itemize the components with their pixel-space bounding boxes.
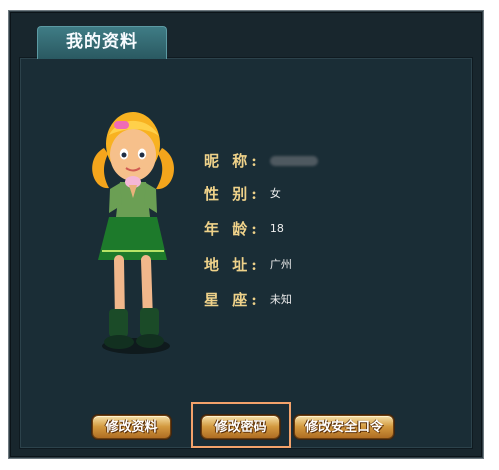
edit-profile-button[interactable]: 修改资料 — [92, 415, 171, 439]
change-password-button[interactable]: 修改密码 — [201, 415, 280, 439]
girl-character-avatar-icon — [92, 112, 175, 354]
change-security-password-button[interactable]: 修改安全口令 — [294, 415, 394, 439]
gender-label: 性 别: — [204, 185, 261, 203]
address-label: 地 址: — [204, 256, 261, 274]
age-label: 年 龄: — [204, 220, 261, 238]
gender-value: 女 — [269, 187, 281, 200]
address-row: 地 址: 广州 — [204, 254, 292, 276]
nickname-label: 昵 称: — [204, 152, 261, 170]
address-value: 广州 — [269, 258, 292, 271]
tab-my-profile[interactable]: 我的资料 — [37, 26, 167, 59]
profile-window: 我的资料 昵 称: 性 别: 女 年 龄: 18 地 址: 广州 星 座: 未知… — [8, 10, 484, 459]
nickname-value — [269, 150, 318, 174]
age-row: 年 龄: 18 — [204, 218, 284, 240]
constellation-value: 未知 — [269, 293, 292, 306]
nickname-row: 昵 称: — [204, 150, 318, 172]
age-value: 18 — [269, 222, 284, 235]
nickname-blurred-value — [269, 156, 318, 166]
gender-row: 性 别: 女 — [204, 183, 281, 205]
constellation-row: 星 座: 未知 — [204, 289, 292, 311]
constellation-label: 星 座: — [204, 291, 261, 309]
